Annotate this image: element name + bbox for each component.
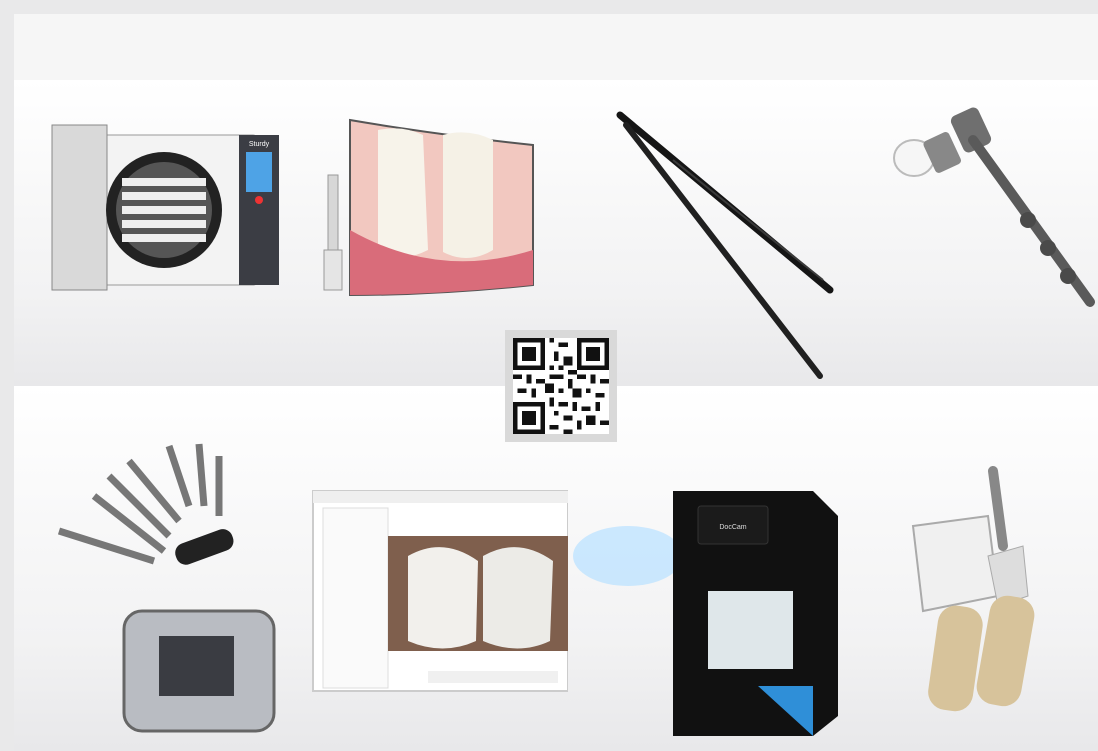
qr-code-icon: [513, 338, 609, 434]
milling-machine-brand-label: DocCam: [719, 524, 746, 531]
autoclave-brand-label: Sturdy: [249, 141, 270, 148]
mini-implants-icon: [57, 443, 276, 733]
hammer-instrument-icon: [893, 107, 1095, 307]
autoclave-tile[interactable]: Sturdy: [14, 80, 298, 386]
intraoral-scanner-tile[interactable]: [838, 386, 1098, 751]
intraoral-scanner-icon: [911, 466, 1035, 712]
hammer-tile[interactable]: [838, 80, 1098, 386]
mini-implants-tile[interactable]: [14, 386, 298, 751]
autoclave-icon: Sturdy: [51, 124, 279, 291]
qr-code[interactable]: [505, 330, 617, 442]
